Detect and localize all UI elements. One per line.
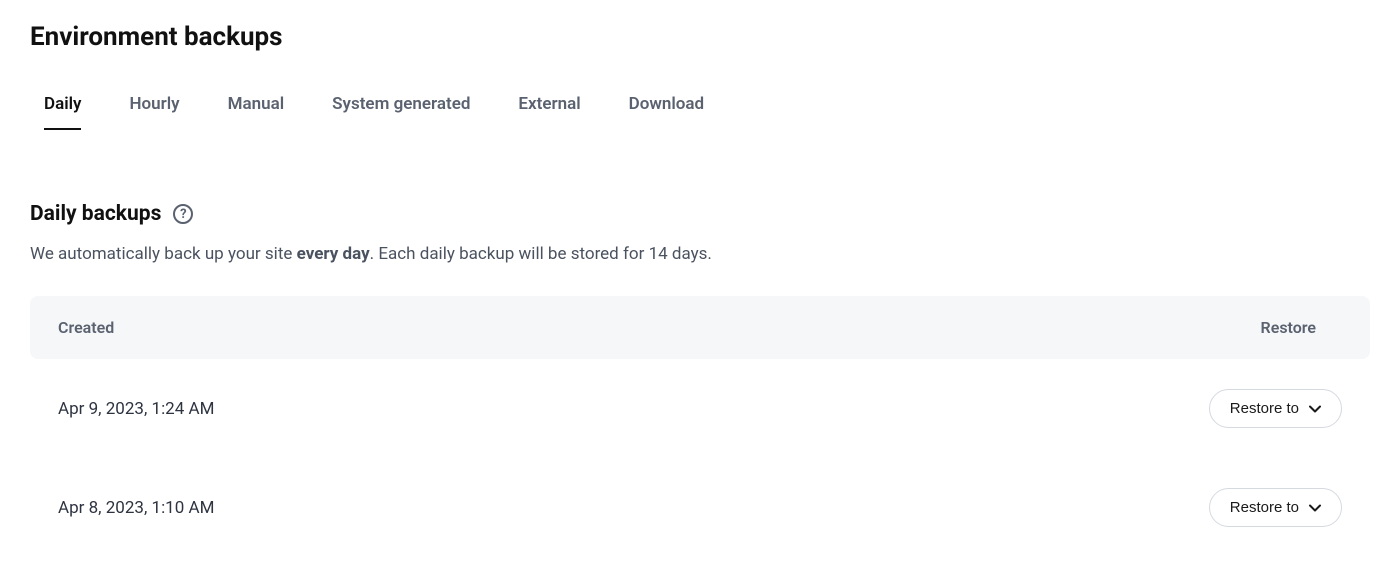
created-value: Apr 9, 2023, 1:24 AM [58, 399, 214, 419]
tab-daily[interactable]: Daily [44, 94, 81, 130]
description-bold: every day [297, 244, 370, 264]
tab-system-generated[interactable]: System generated [332, 94, 470, 130]
col-header-created: Created [58, 318, 114, 337]
created-value: Apr 8, 2023, 1:10 AM [58, 498, 214, 518]
col-header-restore: Restore [1261, 318, 1342, 337]
help-icon[interactable]: ? [173, 204, 193, 224]
tab-manual[interactable]: Manual [228, 94, 285, 130]
table-header: Created Restore [30, 296, 1370, 359]
description-post: . Each daily backup will be stored for 1… [370, 244, 712, 264]
tab-download[interactable]: Download [629, 94, 704, 130]
tab-external[interactable]: External [518, 94, 580, 130]
tabs: Daily Hourly Manual System generated Ext… [30, 94, 1370, 130]
section-header: Daily backups ? [30, 202, 1370, 226]
page-title: Environment backups [30, 22, 1370, 52]
restore-to-button[interactable]: Restore to [1209, 389, 1342, 428]
table-row: Apr 9, 2023, 1:24 AM Restore to [30, 359, 1370, 458]
tab-hourly[interactable]: Hourly [129, 94, 179, 130]
chevron-down-icon [1309, 504, 1321, 512]
restore-button-label: Restore to [1230, 499, 1299, 516]
section-description: We automatically back up your site every… [30, 244, 1370, 264]
restore-button-label: Restore to [1230, 400, 1299, 417]
description-pre: We automatically back up your site [30, 244, 297, 264]
chevron-down-icon [1309, 405, 1321, 413]
section-title: Daily backups [30, 202, 161, 226]
restore-to-button[interactable]: Restore to [1209, 488, 1342, 527]
table-row: Apr 8, 2023, 1:10 AM Restore to [30, 458, 1370, 557]
